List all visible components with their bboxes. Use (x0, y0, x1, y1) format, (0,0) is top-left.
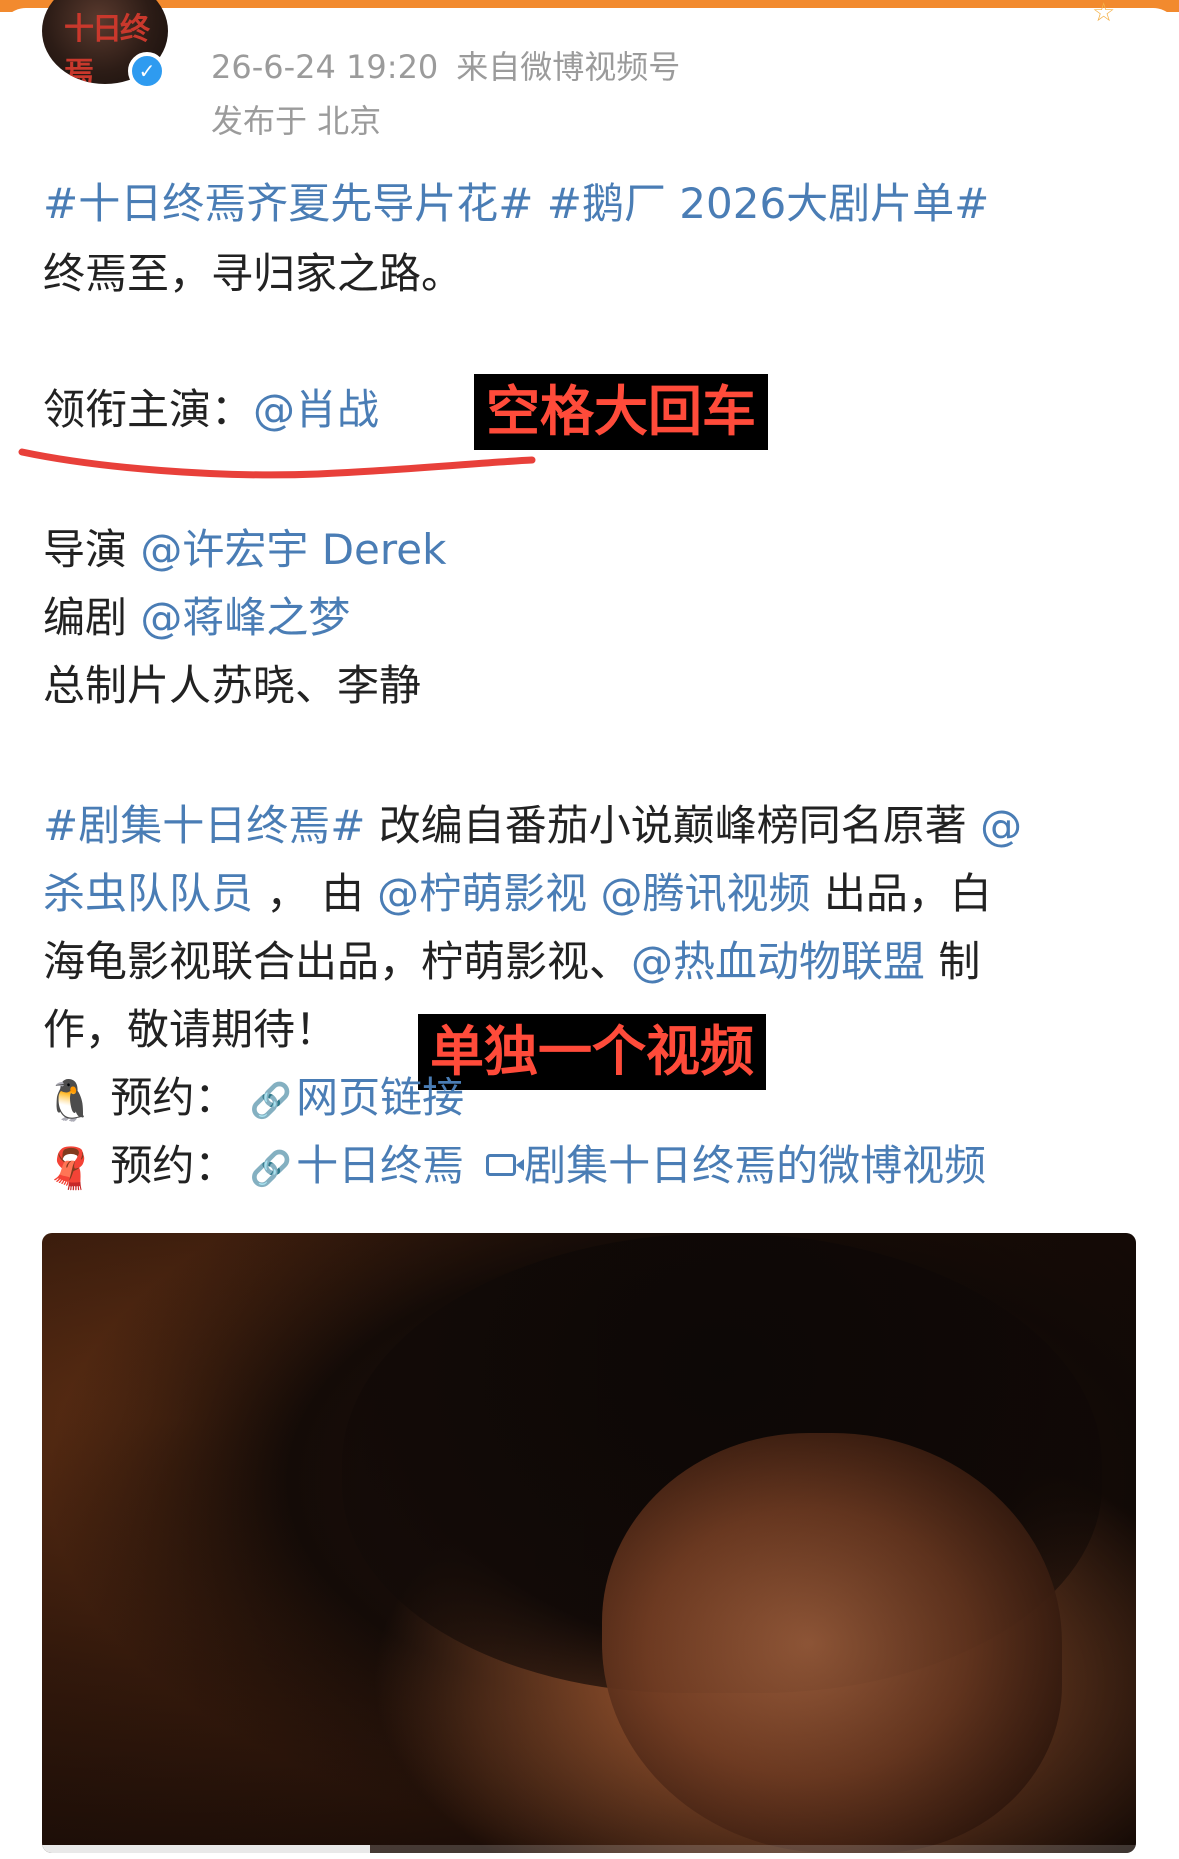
description-text: 制 (925, 937, 981, 986)
post-source[interactable]: 来自微博视频号 (456, 48, 680, 86)
reserve-line: 🐧 预约： 🔗网页链接 (43, 1068, 464, 1131)
star-icon[interactable]: ☆ (1092, 0, 1122, 26)
description-line: 海龟影视联合出品，柠萌影视、@热血动物联盟 制 (43, 932, 980, 992)
description-text: ， 由 (253, 869, 378, 918)
mention-link[interactable]: @ (980, 801, 1022, 850)
reserve-link[interactable]: 🔗十日终焉 (250, 1141, 464, 1190)
annotation-label: 空格大回车 (474, 374, 768, 450)
scarf-icon: 🧣 (45, 1146, 95, 1192)
reserve-link-label: 十日终焉 (296, 1141, 465, 1190)
link-icon: 🔗 (249, 1149, 293, 1189)
writer-line: 编剧 @蒋峰之梦 (43, 588, 350, 648)
annotation-label: 单独一个视频 (418, 1014, 766, 1090)
lead-label: 领衔主演： (43, 385, 254, 434)
description-line: #剧集十日终焉# 改编自番茄小说巅峰榜同名原著 @ (43, 796, 1022, 856)
mention-link[interactable]: @肖战 (253, 385, 379, 434)
director-label: 导演 (43, 525, 141, 574)
mention-link[interactable]: @蒋峰之梦 (140, 593, 350, 642)
mention-link[interactable]: @柠萌影视 (377, 869, 587, 918)
red-underline-annotation (18, 448, 536, 479)
description-text: 出品，白 (810, 869, 992, 918)
post-location: 发布于 北京 (211, 102, 382, 140)
description-text: 改编自番茄小说巅峰榜同名原著 (365, 801, 981, 850)
mention-link[interactable]: @腾讯视频 (600, 869, 810, 918)
video-player[interactable] (42, 1233, 1136, 1853)
hashtag-link[interactable]: #剧集十日终焉# (43, 801, 365, 850)
mention-link[interactable]: @热血动物联盟 (631, 937, 925, 986)
description-line: 作，敬请期待！ (43, 1005, 338, 1054)
penguin-icon: 🐧 (45, 1078, 95, 1124)
producer-line: 总制片人苏晓、李静 (43, 661, 422, 710)
lead-actor-line: 领衔主演：@肖战 (43, 380, 379, 440)
description-text: 海龟影视联合出品，柠萌影视、 (43, 937, 632, 986)
mention-link[interactable]: @许宏宇 Derek (140, 525, 446, 574)
web-link-label: 网页链接 (296, 1073, 465, 1122)
verified-badge-icon: ✓ (128, 52, 166, 90)
intro-text: 终焉至，寻归家之路。 (43, 249, 464, 298)
video-frame-overlay (42, 1233, 1136, 1853)
hashtag-link[interactable]: #十日终焉齐夏先导片花# (43, 179, 533, 228)
video-progress-bar[interactable] (42, 1845, 1136, 1853)
link-icon: 🔗 (249, 1081, 293, 1121)
hashtag-link[interactable]: #鹅厂 2026大剧片单# (547, 179, 990, 228)
reserve-line: 🧣 预约： 🔗十日终焉 剧集十日终焉的微博视频 (43, 1136, 986, 1199)
writer-label: 编剧 (43, 593, 141, 642)
reserve-label: 预约： (110, 1141, 237, 1190)
web-link[interactable]: 🔗网页链接 (250, 1073, 464, 1122)
video-progress-fill (42, 1845, 371, 1853)
director-line: 导演 @许宏宇 Derek (43, 520, 446, 580)
video-camera-icon (486, 1154, 525, 1176)
post-card: 十日终焉 ✓ ☆ 26-6-24 19:20 来自微博视频号 发布于 北京 #十日… (0, 0, 1179, 1859)
post-time: 26-6-24 19:20 (211, 48, 439, 86)
reserve-label: 预约： (110, 1073, 237, 1122)
post-meta: 26-6-24 19:20 来自微博视频号 (211, 42, 680, 88)
video-link[interactable]: 剧集十日终焉的微博视频 (464, 1141, 986, 1190)
video-link-label: 剧集十日终焉的微博视频 (524, 1141, 987, 1190)
mention-link[interactable]: 杀虫队队员 (43, 869, 253, 918)
description-line: 杀虫队队员 ， 由 @柠萌影视 @腾讯视频 出品，白 (43, 864, 992, 924)
hashtag-line: #十日终焉齐夏先导片花# #鹅厂 2026大剧片单# (43, 174, 989, 234)
spacer-text (587, 869, 600, 918)
